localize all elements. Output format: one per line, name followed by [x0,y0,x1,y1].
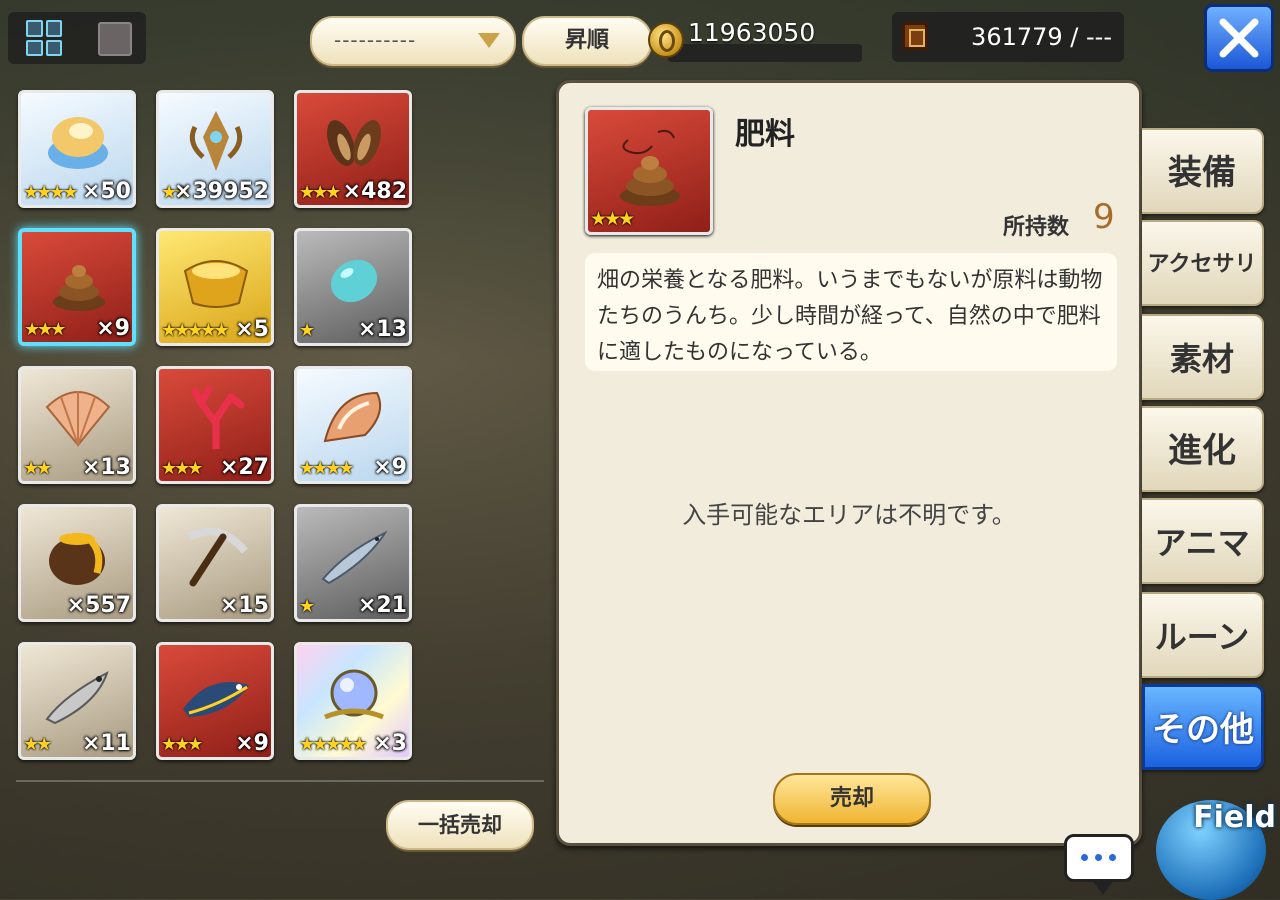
chat-dot [1081,854,1088,861]
chevron-down-icon [478,33,500,48]
item-tile[interactable]: ★★★ ×9 [18,228,136,346]
inventory-capacity: 361779 / --- [892,12,1124,62]
item-count: ×13 [81,455,131,480]
item-tile[interactable]: ★ ×13 [294,228,412,346]
tuna-icon [183,682,249,717]
item-count: ×11 [81,731,131,756]
item-count: ×5 [235,317,269,342]
item-tile[interactable]: ×15 [156,504,274,622]
tab-rune[interactable]: ルーン [1142,592,1264,678]
obtain-area-text: 入手可能なエリアは不明です。 [682,501,1016,529]
crystal-orb-icon [324,669,384,720]
item-count: ×3 [373,731,407,756]
item-stars: ★★★★★ [161,320,230,341]
bag-icon [902,22,928,50]
tab-material[interactable]: 素材 [1142,314,1264,400]
inventory-count: 361779 / --- [971,23,1112,51]
blue-gem-icon [330,259,378,303]
item-stars: ★★ [23,458,52,479]
tab-accessory[interactable]: アクセサリ [1142,220,1264,306]
field-button[interactable]: Field [1150,780,1280,900]
item-tile[interactable]: ★★ ×13 [18,366,136,484]
sardine-icon [321,530,388,585]
coin-icon [648,22,684,58]
item-tile[interactable]: ★★ ×39952 [156,90,274,208]
item-count: ×9 [373,455,407,480]
chat-button[interactable] [1064,834,1134,895]
close-button[interactable] [1204,4,1274,72]
seeds-icon [327,120,381,166]
item-name: 肥料 [735,117,795,152]
item-description: 畑の栄養となる肥料。いうまでもないが原料は動物たちのうんち。少し時間が経って、自… [585,253,1117,371]
item-stars: ★★★ [161,458,203,479]
item-stars: ★★ [23,734,52,755]
item-stars: ★★★★ [23,182,79,203]
item-count: ×21 [357,593,407,618]
coral-icon [191,385,245,449]
scallop-shell-icon [45,391,111,447]
divider [16,780,544,782]
tab-other[interactable]: その他 [1142,684,1264,770]
item-stars: ★★★★★ [299,734,368,755]
item-count: ×557 [66,593,131,618]
item-count: ×50 [81,179,131,204]
sort-order-button[interactable]: 昇順 [522,16,652,66]
item-stars: ★★★ [161,734,203,755]
field-label: Field [1193,800,1276,835]
bulk-sell-button[interactable]: 一括売却 [386,800,534,850]
item-count: ×9 [96,316,130,341]
item-stars: ★★★ [299,182,341,203]
item-count: ×27 [219,455,269,480]
item-count: ×9 [235,731,269,756]
tab-anima[interactable]: アニマ [1142,498,1264,584]
detail-item-icon: ★★★ [585,107,713,235]
tab-equipment[interactable]: 装備 [1142,128,1264,214]
sort-dropdown[interactable]: ---------- [310,16,516,66]
view-toggle [8,12,146,64]
sell-button[interactable]: 売却 [773,773,931,825]
gold-amount: 11963050 [688,18,816,47]
tab-evolution[interactable]: 進化 [1142,406,1264,492]
item-stars: ★ [299,320,315,341]
item-tile[interactable]: ★ ×21 [294,504,412,622]
item-stars: ★★★ [24,319,66,340]
grid-view-icon[interactable] [26,20,62,56]
chat-dot [1095,854,1102,861]
item-tile[interactable]: ★★★★ ×9 [294,366,412,484]
item-tile[interactable]: ★★ ×11 [18,642,136,760]
item-tile[interactable]: ★★★★★ ×3 [294,642,412,760]
list-view-icon[interactable] [98,22,132,56]
conch-shell-icon [323,391,381,443]
sort-dropdown-value: ---------- [334,28,417,52]
detail-stars: ★★★ [590,208,635,230]
item-tile[interactable]: ★★★ ×482 [294,90,412,208]
pickaxe-icon [187,527,249,587]
ornament-icon [189,111,243,171]
fish-icon [45,670,109,725]
item-stars: ★ [299,596,315,617]
item-count: ×482 [342,179,407,204]
owned-label: 所持数 [1003,215,1070,240]
gold-display: 11963050 [648,16,862,62]
item-stars: ★★★★ [299,458,355,479]
item-tile[interactable]: ★★★ ×27 [156,366,274,484]
chat-dot [1109,854,1116,861]
item-detail-panel: ★★★ 肥料 所持数 9 畑の栄養となる肥料。いうまでもないが原料は動物たちのう… [556,80,1142,846]
close-icon [1219,18,1259,58]
honey-pot-icon [49,533,105,585]
item-tile[interactable]: ★★★★ ×50 [18,90,136,208]
item-tile[interactable]: ★★★★★ ×5 [156,228,274,346]
item-tile[interactable]: ×557 [18,504,136,622]
item-count: ×13 [357,317,407,342]
fertilizer-icon [53,265,105,311]
item-count: ×15 [219,593,269,618]
cream-puff-icon [48,117,108,169]
item-tile[interactable]: ★★★ ×9 [156,642,274,760]
owned-value: 9 [1093,197,1115,237]
item-count: ×39952 [174,179,269,204]
gold-ingot-icon [183,260,249,308]
